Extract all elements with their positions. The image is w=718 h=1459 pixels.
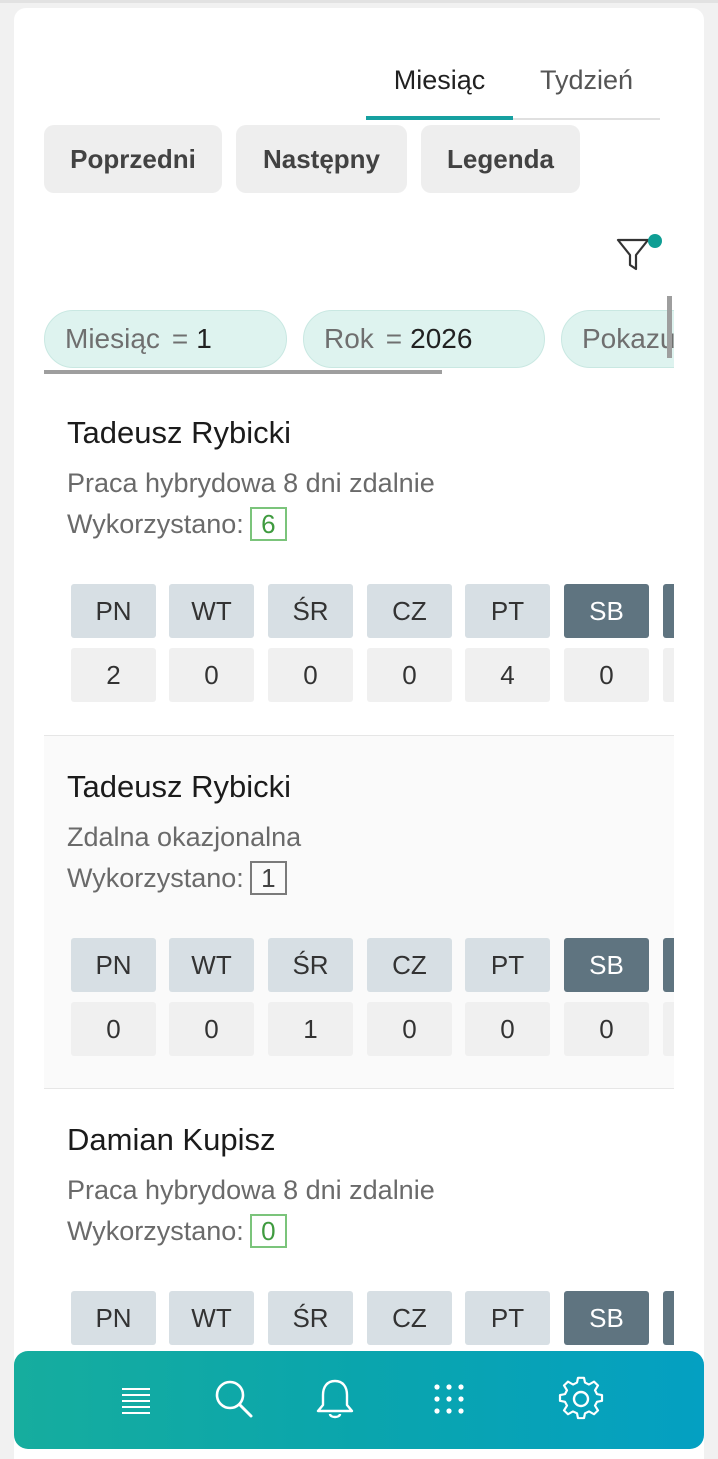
search-icon[interactable] [210,1375,258,1423]
week-days-grid: PN WT ŚR CZ PT SB 0 0 1 0 0 0 [71,938,674,1058]
day-header-sun [663,584,674,638]
day-header-tue: WT [169,1291,254,1345]
menu-icon[interactable] [112,1375,160,1423]
day-count-thu: 0 [367,648,452,702]
day-count-sun [663,648,674,702]
usage-row: Wykorzystano: 0 [67,1214,287,1248]
day-header-fri: PT [465,584,550,638]
vertical-scrollbar[interactable] [667,296,672,358]
usage-label: Wykorzystano: [67,1215,244,1246]
next-button[interactable]: Następny [236,125,407,193]
employee-card: Tadeusz Rybicki Zdalna okazjonalna Wykor… [44,735,674,1089]
filter-chip-month[interactable]: Miesiąc = 1 [44,310,287,368]
day-count-wed: 1 [268,1002,353,1056]
day-header-sat: SB [564,1291,649,1345]
day-header-tue: WT [169,584,254,638]
filter-chip-year[interactable]: Rok = 2026 [303,310,545,368]
employee-name: Tadeusz Rybicki [67,769,291,804]
usage-row: Wykorzystano: 1 [67,861,287,895]
chip-key: Miesiąc [65,323,160,354]
legend-button[interactable]: Legenda [421,125,580,193]
settings-icon[interactable] [557,1375,605,1423]
chip-value: 1 [196,323,212,354]
view-tabs: Miesiąc Tydzień [366,42,660,120]
employee-name: Tadeusz Rybicki [67,415,291,450]
day-header-mon: PN [71,938,156,992]
day-header-thu: CZ [367,1291,452,1345]
day-header-mon: PN [71,584,156,638]
chip-key: Pokazu [582,323,674,354]
work-mode-label: Zdalna okazjonalna [67,822,302,852]
day-count-tue: 0 [169,1002,254,1056]
status-strip [0,0,718,3]
day-count-mon: 2 [71,648,156,702]
day-header-sun [663,1291,674,1345]
day-header-mon: PN [71,1291,156,1345]
usage-label: Wykorzystano: [67,508,244,539]
bottom-navigation [14,1351,704,1449]
day-header-wed: ŚR [268,938,353,992]
day-header-thu: CZ [367,584,452,638]
previous-button[interactable]: Poprzedni [44,125,222,193]
day-count-thu: 0 [367,1002,452,1056]
employee-name: Damian Kupisz [67,1122,276,1157]
usage-label: Wykorzystano: [67,862,244,893]
day-header-thu: CZ [367,938,452,992]
day-header-fri: PT [465,938,550,992]
bell-icon[interactable] [311,1375,359,1423]
chip-key: Rok [324,323,374,354]
chips-scrollbar[interactable] [44,370,442,374]
usage-count-badge: 6 [249,507,287,541]
chip-operator: = [385,323,403,354]
filter-active-indicator [648,234,662,248]
chip-value: 2026 [410,323,473,354]
day-count-sat: 0 [564,648,649,702]
day-header-wed: ŚR [268,584,353,638]
day-count-fri: 4 [465,648,550,702]
day-header-wed: ŚR [268,1291,353,1345]
chip-operator: = [171,323,189,354]
day-count-wed: 0 [268,648,353,702]
day-header-sat: SB [564,584,649,638]
active-filters-strip[interactable]: Miesiąc = 1 Rok = 2026 Pokazu [44,310,674,370]
day-header-fri: PT [465,1291,550,1345]
day-count-mon: 0 [71,1002,156,1056]
employee-card: Tadeusz Rybicki Praca hybrydowa 8 dni zd… [44,382,674,736]
day-count-fri: 0 [465,1002,550,1056]
calendar-card: Miesiąc Tydzień Poprzedni Następny Legen… [14,8,704,1459]
usage-count-badge: 1 [249,861,287,895]
work-mode-label: Praca hybrydowa 8 dni zdalnie [67,468,435,498]
day-header-tue: WT [169,938,254,992]
day-count-sat: 0 [564,1002,649,1056]
filter-chip-show[interactable]: Pokazu [561,310,674,368]
day-count-tue: 0 [169,648,254,702]
work-mode-label: Praca hybrydowa 8 dni zdalnie [67,1175,435,1205]
tab-week[interactable]: Tydzień [513,42,660,118]
tab-month[interactable]: Miesiąc [366,42,513,120]
apps-grid-icon[interactable] [425,1375,473,1423]
usage-row: Wykorzystano: 6 [67,507,287,541]
day-header-sun [663,938,674,992]
week-days-grid: PN WT ŚR CZ PT SB 2 0 0 0 4 0 [71,584,674,704]
usage-count-badge: 0 [249,1214,287,1248]
day-header-sat: SB [564,938,649,992]
day-count-sun [663,1002,674,1056]
filter-button[interactable] [614,232,662,276]
